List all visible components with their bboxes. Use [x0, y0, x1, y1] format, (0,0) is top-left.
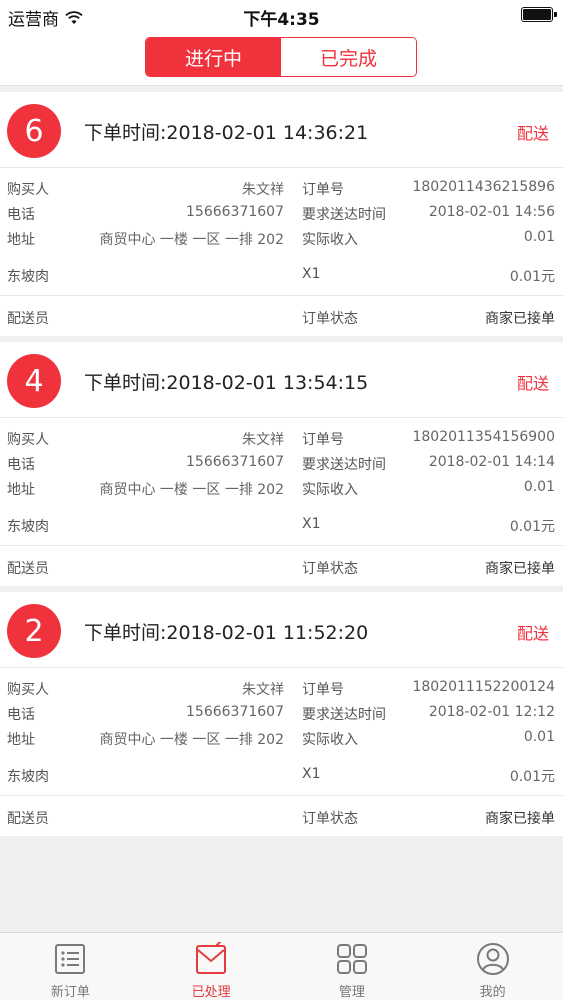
- buyer-label: 购买人: [7, 182, 49, 198]
- tab-mine[interactable]: 我的: [422, 933, 563, 1000]
- item-name: 东坡肉: [7, 769, 49, 785]
- order-card-header: 4 下单时间:2018-02-01 13:54:15 配送: [0, 342, 563, 418]
- address-label: 地址: [7, 232, 35, 248]
- required-time-label: 要求送达时间: [302, 207, 386, 223]
- order-card-header: 6 下单时间:2018-02-01 14:36:21 配送: [0, 92, 563, 168]
- required-time-value: 2018-02-01 14:14: [428, 454, 555, 470]
- order-card: 2 下单时间:2018-02-01 11:52:20 配送 购买人 朱文祥 订单…: [0, 592, 563, 836]
- item-price: 0.01元: [509, 519, 555, 535]
- income-label: 实际收入: [302, 482, 358, 498]
- order-no-label: 订单号: [302, 432, 344, 448]
- order-card: 4 下单时间:2018-02-01 13:54:15 配送 购买人 朱文祥 订单…: [0, 342, 563, 586]
- order-status-label: 订单状态: [302, 811, 358, 827]
- tab-bar: 新订单 已处理 管理 我的: [0, 932, 563, 1000]
- order-number-badge: 6: [7, 104, 61, 158]
- income-value: 0.01: [523, 479, 555, 495]
- envelope-check-icon: [196, 942, 227, 974]
- tab-label: 我的: [479, 985, 506, 1000]
- order-list: 6 下单时间:2018-02-01 14:36:21 配送 购买人 朱文祥 订单…: [0, 92, 563, 842]
- courier-label: 配送员: [7, 811, 49, 827]
- segmented-control: 进行中 已完成: [145, 37, 417, 77]
- address-label: 地址: [7, 482, 35, 498]
- income-value: 0.01: [523, 229, 555, 245]
- phone-value[interactable]: 15666371607: [186, 204, 284, 220]
- item-price: 0.01元: [509, 769, 555, 785]
- nav-bar: 进行中 已完成: [0, 30, 563, 86]
- order-item-row: 东坡肉 X1 0.01元: [0, 758, 563, 796]
- tab-manage[interactable]: 管理: [282, 933, 423, 1000]
- order-number-badge: 4: [7, 354, 61, 408]
- tab-processed[interactable]: 已处理: [141, 933, 282, 1000]
- segment-completed[interactable]: 已完成: [281, 38, 416, 76]
- order-time: 下单时间:2018-02-01 14:36:21: [84, 122, 369, 144]
- order-no-value: 1802011436215896: [412, 179, 555, 195]
- phone-value[interactable]: 15666371607: [186, 454, 284, 470]
- tab-new-orders[interactable]: 新订单: [0, 933, 141, 1000]
- list-icon: [55, 944, 86, 974]
- buyer-label: 购买人: [7, 682, 49, 698]
- item-name: 东坡肉: [7, 519, 49, 535]
- grid-icon: [336, 944, 367, 974]
- order-time: 下单时间:2018-02-01 11:52:20: [84, 622, 369, 644]
- order-no-label: 订单号: [302, 682, 344, 698]
- clock: 下午4:35: [243, 10, 320, 30]
- order-no-label: 订单号: [302, 182, 344, 198]
- order-card-header: 2 下单时间:2018-02-01 11:52:20 配送: [0, 592, 563, 668]
- courier-label: 配送员: [7, 561, 49, 577]
- user-icon: [476, 943, 509, 975]
- item-price: 0.01元: [509, 269, 555, 285]
- order-no-value: 1802011152200124: [412, 679, 555, 695]
- phone-value[interactable]: 15666371607: [186, 704, 284, 720]
- address-label: 地址: [7, 732, 35, 748]
- order-status-value: 商家已接单: [485, 311, 555, 327]
- phone-label: 电话: [7, 457, 35, 473]
- buyer-value: 朱文祥: [242, 432, 284, 448]
- deliver-button[interactable]: 配送: [517, 370, 549, 394]
- order-item-row: 东坡肉 X1 0.01元: [0, 258, 563, 296]
- buyer-label: 购买人: [7, 432, 49, 448]
- order-card-footer: 配送员 订单状态 商家已接单: [0, 796, 563, 836]
- order-card-footer: 配送员 订单状态 商家已接单: [0, 546, 563, 586]
- item-qty: X1: [302, 516, 321, 532]
- battery-icon: [521, 7, 557, 22]
- tab-label: 已处理: [191, 985, 231, 1000]
- order-info: 购买人 朱文祥 订单号 1802011354156900 电话 15666371…: [0, 418, 563, 508]
- required-time-label: 要求送达时间: [302, 457, 386, 473]
- order-status-value: 商家已接单: [485, 561, 555, 577]
- order-item-row: 东坡肉 X1 0.01元: [0, 508, 563, 546]
- order-status-label: 订单状态: [302, 311, 358, 327]
- order-card: 6 下单时间:2018-02-01 14:36:21 配送 购买人 朱文祥 订单…: [0, 92, 563, 336]
- item-qty: X1: [302, 266, 321, 282]
- address-value: 商贸中心 一楼 一区 一排 202: [99, 732, 284, 748]
- order-status-value: 商家已接单: [485, 811, 555, 827]
- order-info: 购买人 朱文祥 订单号 1802011436215896 电话 15666371…: [0, 168, 563, 258]
- income-value: 0.01: [523, 729, 555, 745]
- courier-label: 配送员: [7, 311, 49, 327]
- order-info: 购买人 朱文祥 订单号 1802011152200124 电话 15666371…: [0, 668, 563, 758]
- order-status-label: 订单状态: [302, 561, 358, 577]
- order-number-badge: 2: [7, 604, 61, 658]
- address-value: 商贸中心 一楼 一区 一排 202: [99, 232, 284, 248]
- address-value: 商贸中心 一楼 一区 一排 202: [99, 482, 284, 498]
- required-time-label: 要求送达时间: [302, 707, 386, 723]
- income-label: 实际收入: [302, 732, 358, 748]
- segment-in-progress[interactable]: 进行中: [146, 38, 281, 76]
- deliver-button[interactable]: 配送: [517, 620, 549, 644]
- buyer-value: 朱文祥: [242, 682, 284, 698]
- status-bar: 运营商 下午4:35: [0, 0, 563, 30]
- phone-label: 电话: [7, 207, 35, 223]
- required-time-value: 2018-02-01 12:12: [428, 704, 555, 720]
- income-label: 实际收入: [302, 232, 358, 248]
- buyer-value: 朱文祥: [242, 182, 284, 198]
- order-time: 下单时间:2018-02-01 13:54:15: [84, 372, 369, 394]
- deliver-button[interactable]: 配送: [517, 120, 549, 144]
- required-time-value: 2018-02-01 14:56: [428, 204, 555, 220]
- order-card-footer: 配送员 订单状态 商家已接单: [0, 296, 563, 336]
- item-name: 东坡肉: [7, 269, 49, 285]
- tab-label: 管理: [338, 985, 365, 1000]
- order-no-value: 1802011354156900: [412, 429, 555, 445]
- phone-label: 电话: [7, 707, 35, 723]
- item-qty: X1: [302, 766, 321, 782]
- tab-label: 新订单: [50, 985, 90, 1000]
